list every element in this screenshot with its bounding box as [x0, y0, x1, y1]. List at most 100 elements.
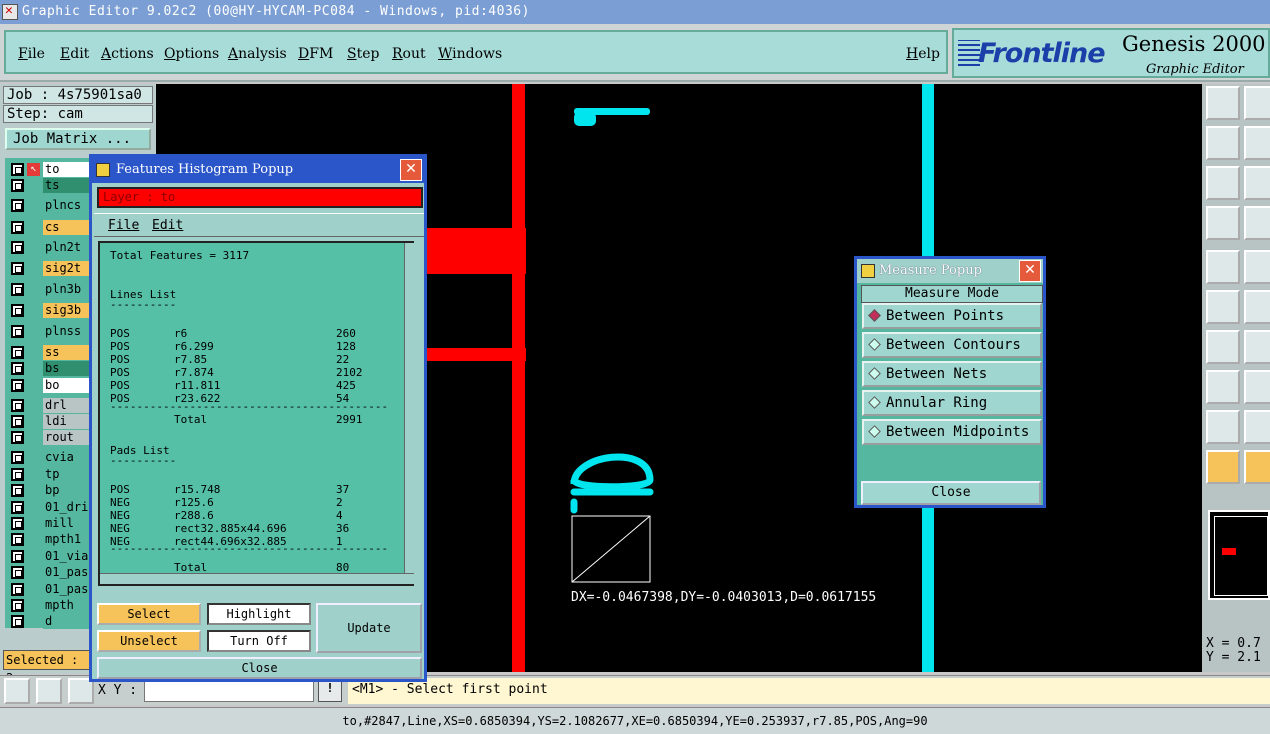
layer-checkbox[interactable]	[11, 304, 24, 317]
job-label: Job : 4s75901sa0	[3, 86, 153, 104]
update-button[interactable]: Update	[316, 603, 422, 653]
close-button[interactable]: Close	[97, 657, 422, 679]
popup-menu: File Edit	[94, 213, 424, 237]
close-icon[interactable]: ✕	[1019, 260, 1041, 282]
menu-rout[interactable]: Rout	[392, 46, 426, 62]
layer-checkbox[interactable]	[11, 199, 24, 212]
histogram-cell-sym: r6.299	[174, 340, 214, 353]
menu-step[interactable]: Step	[347, 46, 379, 62]
layer-checkbox[interactable]	[11, 283, 24, 296]
settings-icon[interactable]	[1206, 206, 1240, 240]
close-icon[interactable]: ✕	[400, 159, 422, 181]
lines-total-label: Total	[174, 413, 208, 426]
highlight-button[interactable]: Highlight	[207, 603, 311, 625]
menu-dfm[interactable]: DFM	[298, 46, 333, 62]
angle-icon[interactable]	[1244, 410, 1270, 444]
layer-checkbox[interactable]	[11, 399, 24, 412]
layer-checkbox[interactable]	[11, 379, 24, 392]
popup-menu-edit[interactable]: Edit	[152, 218, 183, 233]
xy-input[interactable]	[144, 680, 314, 702]
layer-checkbox[interactable]	[11, 221, 24, 234]
horizontal-scrollbar[interactable]	[100, 573, 414, 584]
layer-checkbox[interactable]	[11, 241, 24, 254]
menu-file[interactable]: File	[18, 46, 45, 62]
layer-checkbox[interactable]	[11, 501, 24, 514]
histogram-cell-count: 37	[336, 483, 350, 496]
layer-checkbox[interactable]	[11, 325, 24, 338]
layer-checkbox[interactable]	[11, 431, 24, 444]
layer-checkbox[interactable]	[11, 583, 24, 596]
layer-checkbox[interactable]	[11, 550, 24, 563]
layer-checkbox[interactable]	[11, 362, 24, 375]
snap-icon[interactable]	[1206, 126, 1240, 160]
layer-checkbox[interactable]	[11, 517, 24, 530]
brand-product: Genesis 2000	[1122, 32, 1266, 56]
move-up-icon[interactable]	[1206, 86, 1240, 120]
measure-mode-option[interactable]: Annular Ring	[862, 390, 1042, 416]
layer-checkbox[interactable]	[11, 615, 24, 628]
net-icon[interactable]	[1206, 290, 1240, 324]
histogram-cell-count: 2102	[336, 366, 363, 379]
line-icon[interactable]	[1244, 370, 1270, 404]
measure-mode-option[interactable]: Between Points	[862, 303, 1042, 329]
popup-menu-file[interactable]: File	[108, 218, 139, 233]
move-down-icon[interactable]	[1244, 86, 1270, 120]
menu-analysis[interactable]: Analysis	[228, 46, 287, 62]
layer-checkbox[interactable]	[11, 566, 24, 579]
snap-point-icon[interactable]	[1206, 370, 1240, 404]
window-title: Graphic Editor 9.02c2 (00@HY-HYCAM-PC084…	[22, 4, 530, 19]
layer-checkbox[interactable]	[11, 262, 24, 275]
overview-frame	[1214, 516, 1268, 596]
measure-mode-option[interactable]: Between Contours	[862, 332, 1042, 358]
triangle-icon[interactable]	[1206, 410, 1240, 444]
measure-popup: Measure Popup ✕ Measure Mode Close Betwe…	[854, 256, 1046, 508]
layer-checkbox[interactable]	[11, 451, 24, 464]
measure-mode-label: Between Midpoints	[886, 424, 1030, 440]
select-button[interactable]: Select	[97, 603, 201, 625]
menu-windows[interactable]: Windows	[438, 46, 502, 62]
overview-map[interactable]	[1208, 510, 1270, 600]
net-alt-icon[interactable]	[1244, 290, 1270, 324]
layer-checkbox[interactable]	[11, 346, 24, 359]
layer-checkbox[interactable]	[11, 468, 24, 481]
menu-edit[interactable]: Edit	[60, 46, 89, 62]
measure-mode-option[interactable]: Between Midpoints	[862, 419, 1042, 445]
layer-checkbox[interactable]	[11, 179, 24, 192]
pin-icon[interactable]	[1244, 206, 1270, 240]
zoom-icon[interactable]	[4, 678, 30, 704]
histogram-cell-count: 1	[336, 535, 343, 548]
zoom-fit-icon[interactable]	[1206, 166, 1240, 200]
pads-underline: ----------	[110, 454, 177, 467]
layer-checkbox[interactable]	[11, 484, 24, 497]
snap-alt-icon[interactable]	[1244, 126, 1270, 160]
graph-icon[interactable]	[1244, 250, 1270, 284]
zoom-area-icon[interactable]	[1244, 166, 1270, 200]
select-icon[interactable]	[1244, 450, 1270, 484]
brand-subtitle: Graphic Editor	[1146, 62, 1244, 77]
turn-off-button[interactable]: Turn Off	[207, 630, 311, 652]
angle-snap-icon[interactable]	[36, 678, 62, 704]
menu-help[interactable]: Help	[906, 46, 940, 62]
step-label: Step: cam	[3, 105, 153, 123]
measure-title: Measure Popup	[879, 263, 982, 278]
measure-mode-option[interactable]: Between Nets	[862, 361, 1042, 387]
popup-title: Features Histogram Popup	[116, 162, 294, 177]
layer-checkbox[interactable]	[11, 163, 24, 176]
unselect-button[interactable]: Unselect	[97, 630, 201, 652]
menu-options[interactable]: Options	[164, 46, 219, 62]
vertical-scrollbar[interactable]	[404, 243, 414, 573]
pointer-icon[interactable]	[1206, 450, 1240, 484]
camera-icon[interactable]	[1206, 250, 1240, 284]
alert-icon[interactable]: !	[318, 680, 342, 702]
measure-mode-label: Between Points	[886, 308, 1005, 324]
job-matrix-button[interactable]: Job Matrix ...	[5, 128, 151, 150]
overview-mark	[1222, 548, 1236, 555]
measure-alt-icon[interactable]	[1244, 330, 1270, 364]
measure-icon[interactable]	[1206, 330, 1240, 364]
measure-close-button[interactable]: Close	[861, 481, 1041, 505]
menu-actions[interactable]: Actions	[101, 46, 154, 62]
layer-checkbox[interactable]	[11, 533, 24, 546]
layer-checkbox[interactable]	[11, 415, 24, 428]
radio-diamond-icon	[868, 396, 881, 409]
layer-checkbox[interactable]	[11, 599, 24, 612]
